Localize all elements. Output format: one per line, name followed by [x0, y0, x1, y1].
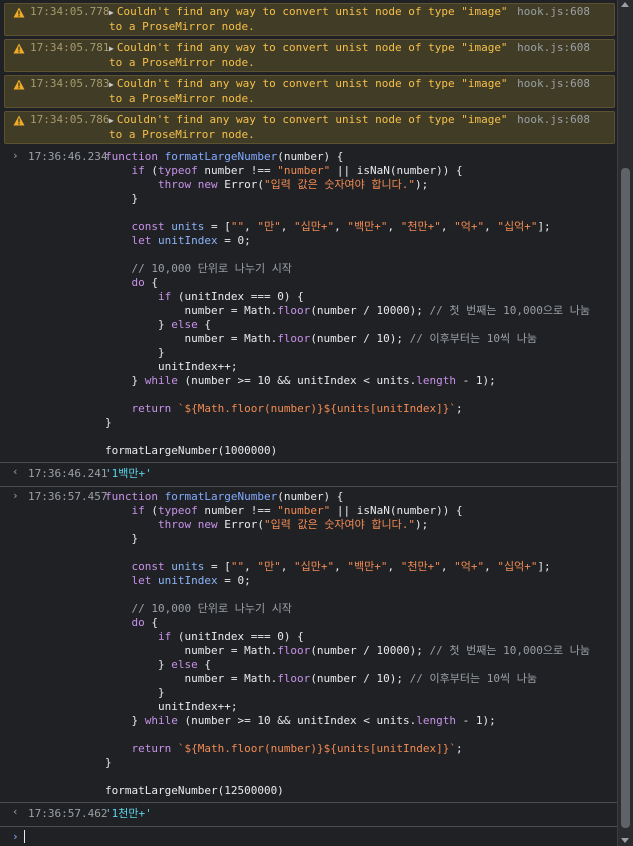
code-line: if (typeof number !== "number" || isNaN(… — [131, 504, 463, 517]
code-line: } — [105, 686, 165, 699]
scroll-thumb[interactable] — [621, 168, 630, 828]
code-line: } — [105, 192, 139, 205]
code-line-call: formatLargeNumber(12500000) — [105, 784, 284, 797]
console-prompt[interactable]: › — [0, 827, 618, 846]
output-chevron-icon: ‹ — [12, 805, 19, 818]
code-line-call: formatLargeNumber(1000000) — [105, 444, 278, 457]
code-line: } — [105, 416, 112, 429]
code-line: ​ — [105, 248, 618, 262]
vertical-scrollbar[interactable] — [617, 0, 633, 846]
warning-message[interactable]: 17:34:05.786 ▶ Couldn't find any way to co… — [4, 111, 615, 144]
text-caret — [24, 830, 25, 843]
code-line: } while (number >= 10 && unitIndex < uni… — [105, 374, 496, 387]
code-line: } else { — [105, 658, 211, 671]
scroll-up-arrow-icon[interactable] — [621, 2, 629, 7]
warning-source-link[interactable]: hook.js:608 — [517, 5, 590, 19]
code-line: number = Math.floor(number / 10000); // … — [105, 304, 590, 317]
code-line: number = Math.floor(number / 10); // 이후부… — [105, 672, 537, 685]
warning-timestamp: 17:34:05.783 — [30, 77, 110, 90]
console-entries: › 17:36:46.234 function formatLargeNumber(… — [0, 147, 618, 827]
code-line: if (typeof number !== "number" || isNaN(… — [131, 164, 463, 177]
code-line: } while (number >= 10 && unitIndex < uni… — [105, 714, 496, 727]
warning-text: ▶ Couldn't find any way to convert unist … — [109, 5, 514, 34]
code-line: unitIndex++; — [105, 360, 238, 373]
input-chevron-icon[interactable]: › — [12, 149, 22, 163]
warning-source-link[interactable]: hook.js:608 — [517, 113, 590, 127]
code-line: ​ — [105, 588, 618, 602]
code-line: // 10,000 단위로 나누기 시작 — [131, 262, 292, 275]
code-line: } — [105, 756, 112, 769]
output-value[interactable]: '1백만+' — [105, 467, 618, 481]
code-line: return `${Math.floor(number)}${units[uni… — [131, 742, 463, 755]
code-line: ​ — [105, 388, 618, 402]
code-line: do { — [131, 616, 159, 629]
code-block: function formatLargeNumber(number) { if … — [105, 490, 618, 798]
expand-triangle-icon[interactable]: ▶ — [109, 8, 114, 17]
code-line: let unitIndex = 0; — [131, 574, 251, 587]
code-line: ​ — [105, 430, 618, 444]
warning-source-link[interactable]: hook.js:608 — [517, 77, 590, 91]
warning-message-text: Couldn't find any way to convert unist n… — [109, 113, 515, 141]
code-line: let unitIndex = 0; — [131, 234, 251, 247]
code-line: } — [105, 346, 165, 359]
expand-triangle-icon[interactable]: ▶ — [109, 116, 114, 125]
console-output-entry: ‹ 17:36:46.241'1백만+' — [0, 463, 618, 487]
output-value[interactable]: '1천만+' — [105, 807, 618, 821]
warning-icon — [13, 43, 25, 54]
code-line: throw new Error("입력 값은 숫자여야 합니다."); — [157, 518, 429, 531]
code-line: ​ — [105, 206, 618, 220]
code-block: function formatLargeNumber(number) { if … — [105, 150, 618, 458]
console-input-entry: › 17:36:57.457 function formatLargeNumber(… — [0, 487, 618, 803]
warning-message[interactable]: 17:34:05.778 ▶ Couldn't find any way to co… — [4, 3, 615, 36]
console-output-entry: ‹ 17:36:57.462'1천만+' — [0, 803, 618, 827]
code-line: ​ — [105, 770, 618, 784]
expand-triangle-icon[interactable]: ▶ — [109, 44, 114, 53]
code-line: const units = ["", "만", "십만+", "백만+", "천… — [131, 220, 551, 233]
input-chevron-icon[interactable]: › — [12, 489, 22, 503]
code-line: } — [105, 532, 139, 545]
warning-text: ▶ Couldn't find any way to convert unist … — [109, 41, 514, 70]
warning-timestamp: 17:34:05.781 — [30, 41, 110, 54]
code-line: function formatLargeNumber(number) { — [105, 150, 344, 163]
warning-icon — [13, 115, 25, 126]
console-panel: 17:34:05.778 ▶ Couldn't find any way to co… — [0, 0, 618, 846]
input-timestamp: 17:36:46.234 — [28, 150, 108, 163]
warning-icon — [13, 7, 25, 18]
expand-triangle-icon[interactable]: ▶ — [109, 80, 114, 89]
warning-icon — [13, 79, 25, 90]
code-line: if (unitIndex === 0) { — [157, 290, 304, 303]
code-line: const units = ["", "만", "십만+", "백만+", "천… — [131, 560, 551, 573]
warning-message[interactable]: 17:34:05.783 ▶ Couldn't find any way to co… — [4, 75, 615, 108]
input-timestamp: 17:36:57.457 — [28, 490, 108, 503]
output-chevron-icon: ‹ — [12, 465, 19, 478]
console-input-entry: › 17:36:46.234 function formatLargeNumber(… — [0, 147, 618, 463]
warning-message-text: Couldn't find any way to convert unist n… — [109, 77, 515, 105]
code-line: number = Math.floor(number / 10000); // … — [105, 644, 590, 657]
warning-text: ▶ Couldn't find any way to convert unist … — [109, 77, 514, 106]
code-line: // 10,000 단위로 나누기 시작 — [131, 602, 292, 615]
warning-text: ▶ Couldn't find any way to convert unist … — [109, 113, 514, 142]
code-line: ​ — [105, 728, 618, 742]
code-line: number = Math.floor(number / 10); // 이후부… — [105, 332, 537, 345]
warning-list: 17:34:05.778 ▶ Couldn't find any way to co… — [0, 3, 618, 144]
code-line: ​ — [105, 546, 618, 560]
output-timestamp: 17:36:46.241 — [28, 467, 108, 480]
code-line: function formatLargeNumber(number) { — [105, 490, 344, 503]
warning-source-link[interactable]: hook.js:608 — [517, 41, 590, 55]
code-line: if (unitIndex === 0) { — [157, 630, 304, 643]
warning-message-text: Couldn't find any way to convert unist n… — [109, 41, 515, 69]
prompt-chevron-icon: › — [12, 830, 19, 843]
code-line: return `${Math.floor(number)}${units[uni… — [131, 402, 463, 415]
warning-timestamp: 17:34:05.786 — [30, 113, 110, 126]
code-line: } else { — [105, 318, 211, 331]
warning-timestamp: 17:34:05.778 — [30, 5, 110, 18]
scroll-down-arrow-icon[interactable] — [621, 838, 629, 843]
code-line: unitIndex++; — [105, 700, 238, 713]
code-line: do { — [131, 276, 159, 289]
code-line: throw new Error("입력 값은 숫자여야 합니다."); — [157, 178, 429, 191]
output-timestamp: 17:36:57.462 — [28, 807, 108, 820]
warning-message[interactable]: 17:34:05.781 ▶ Couldn't find any way to co… — [4, 39, 615, 72]
warning-message-text: Couldn't find any way to convert unist n… — [109, 5, 515, 33]
